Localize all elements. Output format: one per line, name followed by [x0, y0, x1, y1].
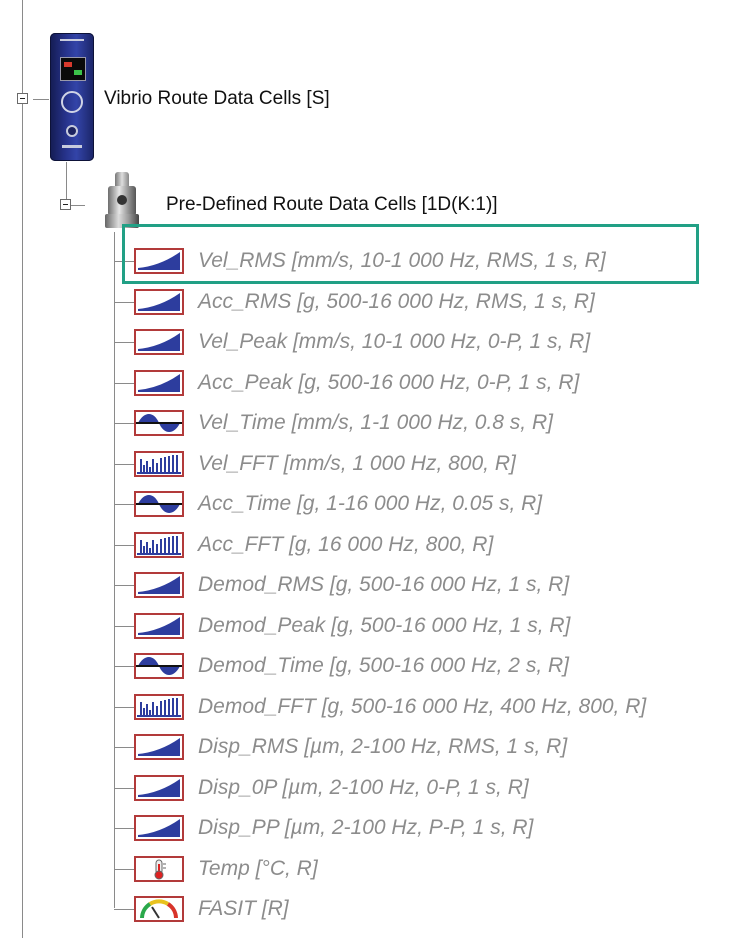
data-cell-label: Disp_PP [µm, 2-100 Hz, P-P, 1 s, R]: [198, 816, 534, 839]
ramp-icon: [134, 289, 184, 315]
data-cell-label: Demod_RMS [g, 500-16 000 Hz, 1 s, R]: [198, 573, 570, 596]
data-cell-label: Vel_Peak [mm/s, 10-1 000 Hz, 0-P, 1 s, R…: [198, 330, 591, 353]
spectrum-icon: [134, 694, 184, 720]
data-cell-item[interactable]: Acc_FFT [g, 16 000 Hz, 800, R]: [134, 530, 493, 560]
sine-wave-icon: [134, 653, 184, 679]
data-cell-label: Demod_Time [g, 500-16 000 Hz, 2 s, R]: [198, 654, 569, 677]
data-cell-item[interactable]: Demod_FFT [g, 500-16 000 Hz, 400 Hz, 800…: [134, 692, 646, 722]
tree-line: [114, 423, 134, 424]
data-cell-item[interactable]: Vel_Time [mm/s, 1-1 000 Hz, 0.8 s, R]: [134, 408, 553, 438]
spectrum-icon: [134, 532, 184, 558]
sine-wave-icon: [134, 410, 184, 436]
data-cell-item[interactable]: FASIT [R]: [134, 894, 289, 924]
data-cell-item[interactable]: Demod_RMS [g, 500-16 000 Hz, 1 s, R]: [134, 570, 569, 600]
data-cell-label: Demod_Peak [g, 500-16 000 Hz, 1 s, R]: [198, 614, 571, 637]
data-cell-item[interactable]: Disp_RMS [µm, 2-100 Hz, RMS, 1 s, R]: [134, 732, 567, 762]
data-cell-label: Disp_0P [µm, 2-100 Hz, 0-P, 1 s, R]: [198, 776, 529, 799]
tree-line: [114, 828, 134, 829]
tree-line: [114, 626, 134, 627]
tree-line: [33, 99, 49, 100]
tree-line: [71, 205, 85, 206]
tree-line: [114, 585, 134, 586]
tree-line: [114, 342, 134, 343]
tree-line: [114, 869, 134, 870]
data-cell-item[interactable]: Vel_FFT [mm/s, 1 000 Hz, 800, R]: [134, 449, 516, 479]
ramp-icon: [134, 815, 184, 841]
ramp-icon: [134, 329, 184, 355]
tree-line: [114, 747, 134, 748]
ramp-icon: [134, 775, 184, 801]
vibrio-device-icon: [50, 33, 94, 161]
spectrum-icon: [134, 451, 184, 477]
data-cell-item[interactable]: Vel_Peak [mm/s, 10-1 000 Hz, 0-P, 1 s, R…: [134, 327, 590, 357]
ramp-icon: [134, 370, 184, 396]
data-cell-label: Disp_RMS [µm, 2-100 Hz, RMS, 1 s, R]: [198, 735, 568, 758]
data-cell-item[interactable]: Acc_Time [g, 1-16 000 Hz, 0.05 s, R]: [134, 489, 542, 519]
data-cell-item[interactable]: Temp [°C, R]: [134, 854, 318, 884]
data-cell-item[interactable]: Acc_Peak [g, 500-16 000 Hz, 0-P, 1 s, R]: [134, 368, 579, 398]
data-cell-label: Acc_FFT [g, 16 000 Hz, 800, R]: [198, 533, 494, 556]
data-cell-item[interactable]: Disp_PP [µm, 2-100 Hz, P-P, 1 s, R]: [134, 813, 533, 843]
child-collapse-toggle[interactable]: [60, 199, 71, 210]
child-node-label[interactable]: Pre-Defined Route Data Cells [1D(K:1)]: [166, 194, 498, 216]
data-cell-item[interactable]: Demod_Peak [g, 500-16 000 Hz, 1 s, R]: [134, 611, 570, 641]
tree-line: [114, 232, 115, 908]
ramp-icon: [134, 613, 184, 639]
ramp-icon: [134, 734, 184, 760]
root-collapse-toggle[interactable]: [17, 93, 28, 104]
data-cell-label: Vel_Time [mm/s, 1-1 000 Hz, 0.8 s, R]: [198, 411, 553, 434]
tree-line: [114, 464, 134, 465]
tree-line: [114, 383, 134, 384]
data-cell-item[interactable]: Demod_Time [g, 500-16 000 Hz, 2 s, R]: [134, 651, 569, 681]
root-node-label[interactable]: Vibrio Route Data Cells [S]: [104, 88, 330, 110]
ramp-icon: [134, 572, 184, 598]
data-cell-label: FASIT [R]: [198, 897, 289, 920]
data-cell-item[interactable]: Disp_0P [µm, 2-100 Hz, 0-P, 1 s, R]: [134, 773, 529, 803]
data-cell-item[interactable]: Acc_RMS [g, 500-16 000 Hz, RMS, 1 s, R]: [134, 287, 595, 317]
data-cell-label: Acc_RMS [g, 500-16 000 Hz, RMS, 1 s, R]: [198, 290, 595, 313]
tree-line: [114, 788, 134, 789]
data-cell-label: Acc_Time [g, 1-16 000 Hz, 0.05 s, R]: [198, 492, 543, 515]
selection-highlight: [122, 224, 699, 284]
tree-line: [114, 909, 134, 910]
data-cell-label: Acc_Peak [g, 500-16 000 Hz, 0-P, 1 s, R]: [198, 371, 580, 394]
tree-line: [114, 545, 134, 546]
tree-line: [114, 707, 134, 708]
sensor-icon: [104, 172, 140, 232]
gauge-icon: [134, 896, 184, 922]
tree-view: Vibrio Route Data Cells [S] Pre-Defined …: [0, 0, 755, 938]
tree-line: [22, 0, 23, 938]
tree-line: [114, 504, 134, 505]
tree-line: [114, 666, 134, 667]
sine-wave-icon: [134, 491, 184, 517]
tree-line: [114, 302, 134, 303]
data-cell-label: Vel_FFT [mm/s, 1 000 Hz, 800, R]: [198, 452, 516, 475]
thermometer-icon: [134, 856, 184, 882]
data-cell-label: Temp [°C, R]: [198, 857, 318, 880]
data-cell-label: Demod_FFT [g, 500-16 000 Hz, 400 Hz, 800…: [198, 695, 647, 718]
